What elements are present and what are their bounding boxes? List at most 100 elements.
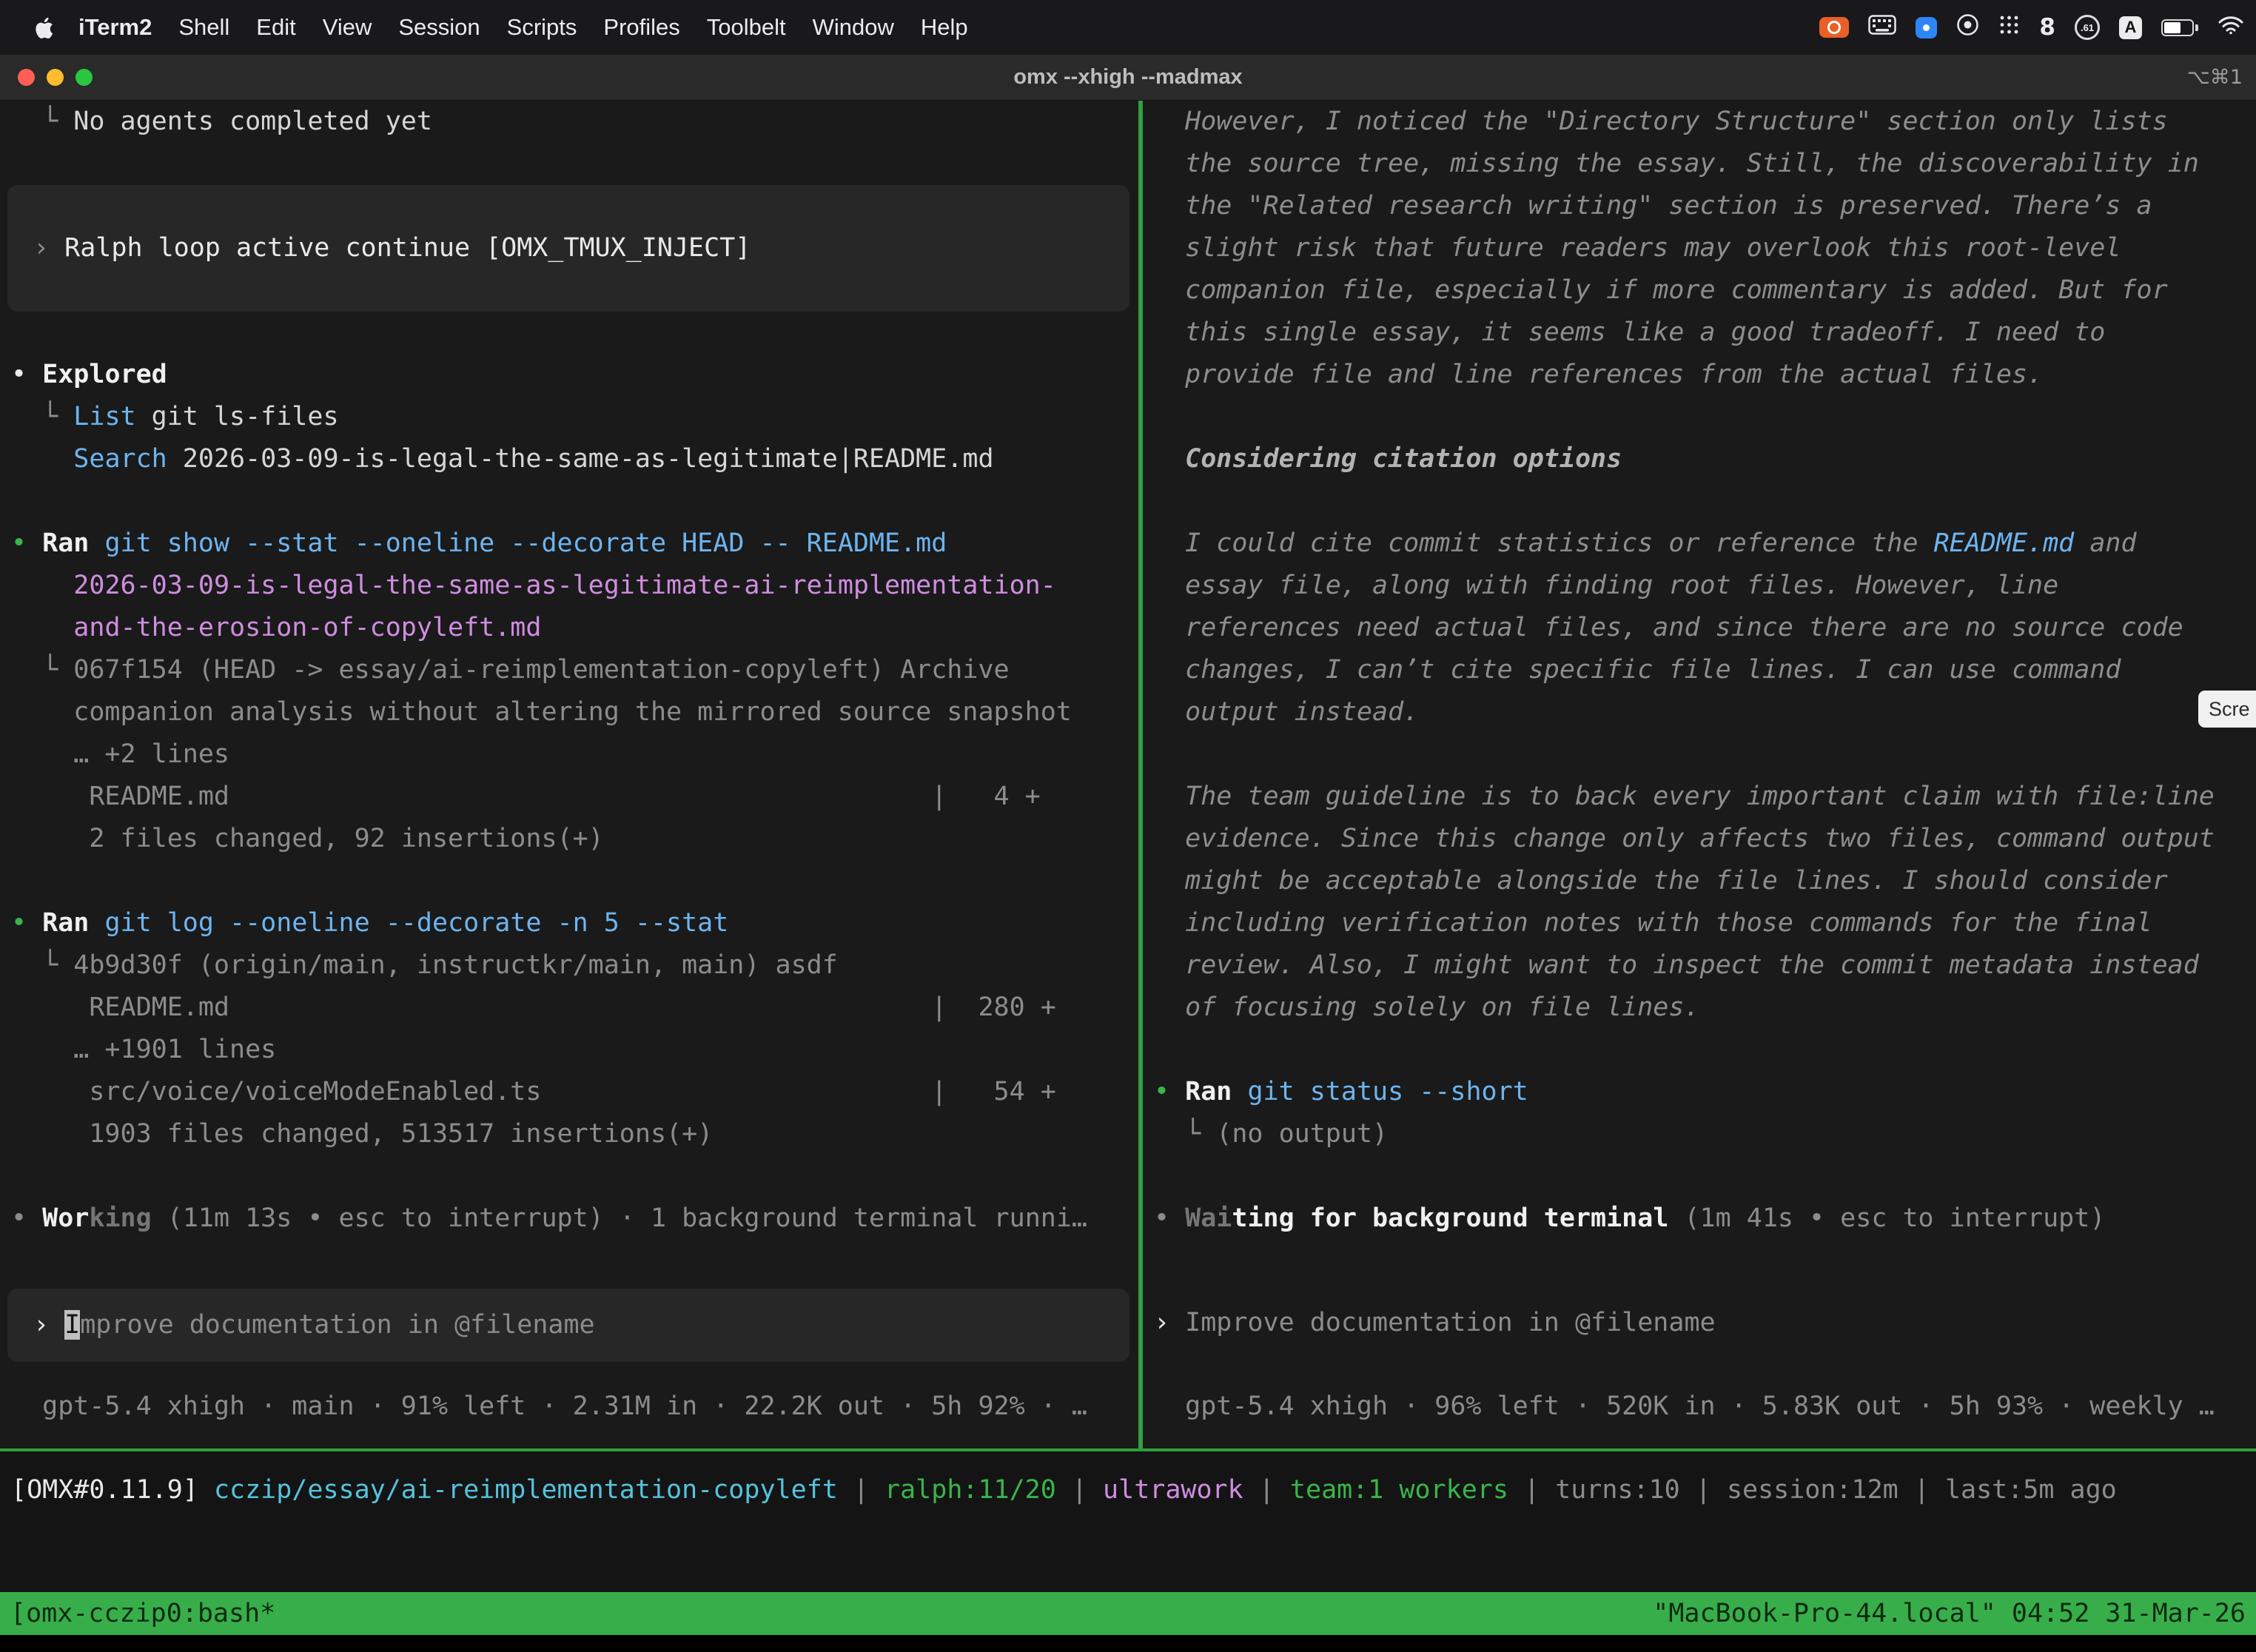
blue-app-icon[interactable] — [1916, 17, 1937, 38]
menu-item-edit[interactable]: Edit — [256, 14, 295, 41]
ran-git-log: • Ran git log --oneline --decorate -n 5 … — [11, 902, 1138, 944]
menu-item-window[interactable]: Window — [813, 14, 894, 41]
figure-eight-icon[interactable]: 8 — [2039, 14, 2055, 41]
thinking-line: evidence. Since this change only affects… — [1154, 818, 2256, 860]
right-pane-output: However, I noticed the "Directory Struct… — [1154, 101, 2256, 1240]
right-prompt-line: › Improve documentation in @filename — [1154, 1302, 2256, 1344]
zoom-window-button[interactable] — [75, 69, 93, 86]
keyboard-icon[interactable] — [1868, 14, 1896, 41]
git-show-output-2: companion analysis without altering the … — [11, 691, 1138, 733]
window-title-bar: omx --xhigh --madmax ⌥⌘1 — [0, 55, 2256, 101]
thinking-line: the source tree, missing the essay. Stil… — [1154, 143, 2256, 185]
git-log-stat-src: src/voice/voiceModeEnabled.ts | 54 + — [11, 1071, 1138, 1113]
git-show-stat-summary: 2 files changed, 92 insertions(+) — [11, 818, 1138, 860]
left-pane-top-output: └ No agents completed yet — [11, 101, 1138, 185]
git-log-output-more: … +1901 lines — [11, 1029, 1138, 1071]
menu-item-iterm2[interactable]: iTerm2 — [78, 14, 152, 41]
tmux-status-bar: [omx-cczip0:bash* "MacBook-Pro-44.local"… — [0, 1592, 2256, 1635]
blank-line — [11, 143, 1138, 185]
git-show-arg-wrap-2: and-the-erosion-of-copyleft.md — [11, 607, 1138, 649]
blank-line — [1154, 480, 2256, 523]
thinking-line: essay file, along with finding root file… — [1154, 565, 2256, 607]
blank-line — [1154, 733, 2256, 776]
window-title: omx --xhigh --madmax — [1013, 65, 1242, 90]
close-window-button[interactable] — [18, 69, 35, 86]
menu-item-help[interactable]: Help — [921, 14, 968, 41]
menu-bar-status-icons: 8 .61 A — [1819, 13, 2244, 42]
menu-item-profiles[interactable]: Profiles — [603, 14, 679, 41]
right-terminal-pane[interactable]: However, I noticed the "Directory Struct… — [1143, 101, 2256, 1448]
blank-line — [1154, 1155, 2256, 1198]
explored-header: • Explored — [11, 354, 1138, 396]
input-source-icon[interactable]: A — [2119, 16, 2142, 39]
left-prompt-input[interactable]: › Improve documentation in @filename — [7, 1289, 1129, 1362]
battery-icon[interactable] — [2161, 19, 2198, 36]
tmux-session-window[interactable]: [omx-cczip0:bash* — [10, 1592, 275, 1635]
menu-bar: iTerm2 Shell Edit View Session Scripts Profile… — [0, 0, 2256, 55]
thinking-line: I could cite commit statistics or refere… — [1154, 523, 2256, 565]
explored-list: └ List git ls-files — [11, 396, 1138, 438]
left-pane-main-output: • Explored └ List git ls-files Search 20… — [11, 312, 1138, 1240]
circle-app-icon[interactable] — [1956, 13, 1979, 42]
waiting-status: • Waiting for background terminal (1m 41… — [1154, 1198, 2256, 1240]
agents-status-line: └ No agents completed yet — [11, 101, 1138, 143]
explored-search: Search 2026-03-09-is-legal-the-same-as-l… — [11, 438, 1138, 480]
menu-item-view[interactable]: View — [323, 14, 372, 41]
minimize-window-button[interactable] — [47, 69, 64, 86]
thinking-line: changes, I can’t cite specific file line… — [1154, 649, 2256, 691]
right-prompt-input[interactable]: › Improve documentation in @filename — [1154, 1302, 2256, 1344]
dots-grid-icon[interactable] — [1998, 14, 2020, 41]
right-model-status-row: gpt-5.4 xhigh · 96% left · 520K in · 5.8… — [1154, 1386, 2256, 1428]
injected-message-lines: › Ralph loop active continue [OMX_TMUX_I… — [33, 227, 1129, 269]
menu-item-toolbelt[interactable]: Toolbelt — [707, 14, 786, 41]
left-prompt-line: › Improve documentation in @filename — [33, 1304, 1129, 1346]
thinking-line: might be acceptable alongside the file l… — [1154, 860, 2256, 902]
git-show-output-1: └ 067f154 (HEAD -> essay/ai-reimplementa… — [11, 649, 1138, 691]
screen-notification-popup: Scre — [2198, 691, 2256, 728]
menu-item-session[interactable]: Session — [398, 14, 480, 41]
left-terminal-pane[interactable]: └ No agents completed yet › Ralph loop a… — [0, 101, 1138, 1448]
menu-item-scripts[interactable]: Scripts — [507, 14, 577, 41]
blank-line — [1154, 396, 2256, 438]
thinking-heading: Considering citation options — [1154, 438, 2256, 480]
omx-status-line: [OMX#0.11.9] cczip/essay/ai-reimplementa… — [11, 1469, 2256, 1511]
thinking-line: the "Related research writing" section i… — [1154, 185, 2256, 227]
thinking-line: slight risk that future readers may over… — [1154, 227, 2256, 269]
thinking-line: review. Also, I might want to inspect th… — [1154, 944, 2256, 987]
gauge-icon[interactable]: .61 — [2075, 15, 2100, 40]
thinking-line: including verification notes with those … — [1154, 902, 2256, 944]
thinking-line: The team guideline is to back every impo… — [1154, 776, 2256, 818]
injected-message-box: › Ralph loop active continue [OMX_TMUX_I… — [7, 185, 1129, 312]
blank-line — [11, 312, 1138, 354]
wifi-icon[interactable] — [2218, 14, 2244, 41]
blank-line — [1154, 1029, 2256, 1071]
thinking-line: However, I noticed the "Directory Struct… — [1154, 101, 2256, 143]
ran-git-status: • Ran git status --short — [1154, 1071, 2256, 1113]
terminal-area: └ No agents completed yet › Ralph loop a… — [0, 101, 2256, 1448]
git-show-arg-wrap-1: 2026-03-09-is-legal-the-same-as-legitima… — [11, 565, 1138, 607]
git-log-stat-readme: README.md | 280 + — [11, 987, 1138, 1029]
thinking-line: this single essay, it seems like a good … — [1154, 312, 2256, 354]
working-status: • Working (11m 13s • esc to interrupt) ·… — [11, 1198, 1138, 1240]
apple-menu-icon[interactable] — [34, 16, 53, 39]
screen-recording-indicator[interactable] — [1819, 17, 1849, 38]
menu-bar-items: iTerm2 Shell Edit View Session Scripts Profile… — [78, 14, 968, 41]
git-status-output: └ (no output) — [1154, 1113, 2256, 1155]
left-model-status: gpt-5.4 xhigh · main · 91% left · 2.31M … — [11, 1386, 1138, 1428]
git-log-stat-summary: 1903 files changed, 513517 insertions(+) — [11, 1113, 1138, 1155]
left-model-status-row: gpt-5.4 xhigh · main · 91% left · 2.31M … — [11, 1386, 1138, 1428]
thinking-line: provide file and line references from th… — [1154, 354, 2256, 396]
thinking-line: references need actual files, and since … — [1154, 607, 2256, 649]
blank-line — [11, 480, 1138, 523]
git-show-stat-readme: README.md | 4 + — [11, 776, 1138, 818]
thinking-line: companion file, especially if more comme… — [1154, 269, 2256, 312]
thinking-line: output instead. — [1154, 691, 2256, 733]
tmux-window-shortcut: ⌥⌘1 — [2187, 66, 2243, 89]
menu-item-shell[interactable]: Shell — [178, 14, 229, 41]
blank-line — [11, 860, 1138, 902]
window-controls — [18, 55, 93, 100]
ralph-loop-line: › Ralph loop active continue [OMX_TMUX_I… — [33, 227, 1129, 269]
git-log-output-1: └ 4b9d30f (origin/main, instructkr/main,… — [11, 944, 1138, 987]
blank-line — [11, 1155, 1138, 1198]
left-prompt-lines: › Improve documentation in @filename — [33, 1304, 1129, 1346]
